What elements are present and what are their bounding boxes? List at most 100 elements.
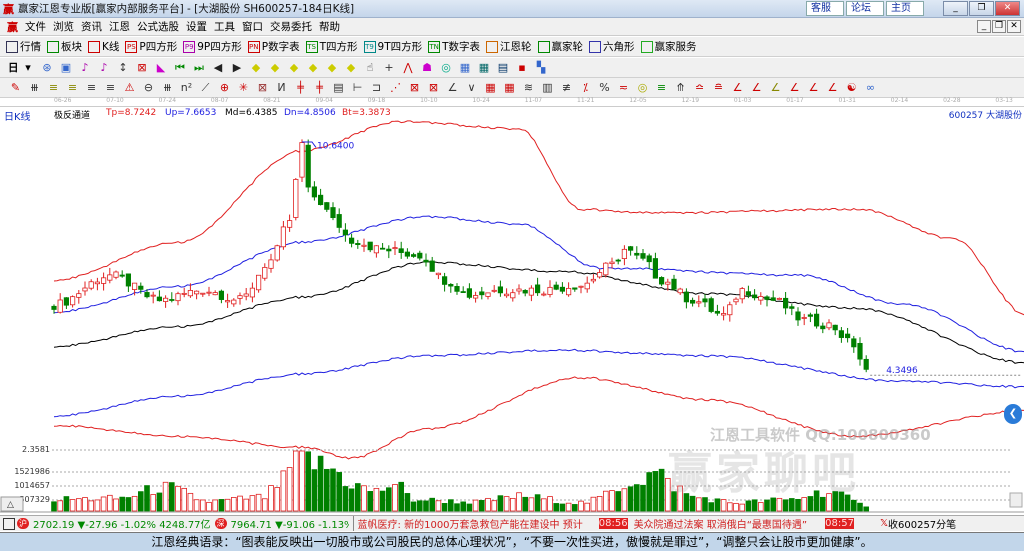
wave2-icon[interactable]: ≏ (693, 81, 706, 94)
fib-icon[interactable]: ≡ (85, 81, 98, 94)
news-item[interactable]: 蓝帆医疗: 新的1000万套急救包产能在建设中 预计 (352, 516, 583, 531)
table-icon[interactable]: ▦ (484, 81, 497, 94)
move-down-icon[interactable]: ◆ (345, 61, 358, 74)
toolbar-tn[interactable]: TN T数字表 (428, 39, 480, 54)
menu-gann[interactable]: 江恩 (109, 19, 130, 34)
wave-icon[interactable]: И (275, 81, 288, 94)
toolbar-dollar[interactable]: 赢家服务 (640, 39, 697, 54)
angle2-icon[interactable]: ∠ (446, 81, 459, 94)
toolbar-ts[interactable]: TS T四方形 (305, 39, 358, 54)
pattern-icon[interactable]: ☗ (421, 61, 434, 74)
grid-icon[interactable]: ▤ (332, 81, 345, 94)
save-icon[interactable]: ▪ (516, 61, 529, 74)
fib3-icon[interactable]: ≂ (617, 81, 630, 94)
mdi-minimize-button[interactable]: _ (977, 20, 991, 33)
yin-yang-icon[interactable]: ☯ (845, 81, 858, 94)
hand-icon[interactable]: ☝ (364, 61, 377, 74)
mdi-restore-button[interactable]: ❐ (992, 20, 1006, 33)
l4-icon[interactable]: ≢ (560, 81, 573, 94)
angle-icon[interactable]: ⚠ (123, 81, 136, 94)
fib2-icon[interactable]: ≡ (104, 81, 117, 94)
lines2-icon[interactable]: ≋ (522, 81, 535, 94)
cycle-icon[interactable]: ◎ (440, 61, 453, 74)
gann-fan2-icon[interactable]: ≡ (66, 81, 79, 94)
menu-formula[interactable]: 公式选股 (137, 19, 179, 34)
ang5-icon[interactable]: ∠ (769, 81, 782, 94)
menu-file[interactable]: 文件 (25, 19, 46, 34)
info-icon[interactable]: ▣ (60, 61, 73, 74)
toolbar-kline[interactable]: K线 (88, 39, 119, 54)
link-forum[interactable]: 论坛 (846, 1, 884, 16)
box3-icon[interactable]: ⊠ (427, 81, 440, 94)
minimize-button[interactable]: _ (943, 1, 968, 16)
move-up-icon[interactable]: ◆ (326, 61, 339, 74)
news-item[interactable]: 美众院通过法案 取消俄白“最惠国待遇” (634, 516, 808, 531)
period-select[interactable]: 日 (8, 60, 19, 75)
menu-info[interactable]: 资讯 (81, 19, 102, 34)
link-home[interactable]: 主页 (886, 1, 924, 16)
pen-icon[interactable]: ✎ (9, 81, 22, 94)
move-right-icon[interactable]: ◆ (307, 61, 320, 74)
menu-window[interactable]: 窗口 (242, 19, 263, 34)
menu-browse[interactable]: 浏览 (53, 19, 74, 34)
arrow-icon[interactable]: ⤊ (674, 81, 687, 94)
gold3-icon[interactable]: ≘ (712, 81, 725, 94)
bar-type-icon[interactable]: ↕ (117, 61, 130, 74)
calendar-icon[interactable]: ▦ (459, 61, 472, 74)
scroll-left-button[interactable]: ❮ (1004, 404, 1022, 424)
percent-line-icon[interactable]: ⁒ (579, 81, 592, 94)
toolbar-ps[interactable]: PS P四方形 (125, 39, 177, 54)
toolbar-quote-table[interactable]: 行情 (6, 39, 41, 54)
ang7-icon[interactable]: ∠ (807, 81, 820, 94)
ang4-icon[interactable]: ∠ (750, 81, 763, 94)
first-icon[interactable]: ⏮ (174, 61, 187, 74)
box-icon[interactable]: ⊠ (256, 81, 269, 94)
gann-fan-icon[interactable]: ≡ (47, 81, 60, 94)
parallel-icon[interactable]: ⧻ (28, 81, 41, 94)
calculator-icon[interactable] (3, 517, 15, 530)
toolbar-t9[interactable]: T9 9T四方形 (363, 39, 422, 54)
indicator-icon[interactable]: ♪ (79, 61, 92, 74)
overlay-icon[interactable]: ◣ (155, 61, 168, 74)
circle-icon[interactable]: ⊖ (142, 81, 155, 94)
menu-tools[interactable]: 工具 (214, 19, 235, 34)
toolbar-p9[interactable]: P9 9P四方形 (183, 39, 242, 54)
sz-index[interactable]: 7964.71 ▼-91.06 -1.13% 4525.03亿 (231, 516, 349, 531)
toolbar-pn[interactable]: PN P数字表 (247, 39, 300, 54)
percent-icon[interactable]: % (598, 81, 611, 94)
ang8-icon[interactable]: ∠ (826, 81, 839, 94)
chart-style-icon[interactable]: ⊛ (41, 61, 54, 74)
l3-icon[interactable]: ▥ (541, 81, 554, 94)
toolbar-gann-wheel[interactable]: 江恩轮 (486, 39, 532, 54)
toolbar-sector[interactable]: 板块 (47, 39, 82, 54)
cross-icon[interactable]: ╪ (294, 81, 307, 94)
zoom-in-icon[interactable]: ◆ (250, 61, 263, 74)
line-icon[interactable]: ⋀ (402, 61, 415, 74)
mdi-close-button[interactable]: ✕ (1007, 20, 1021, 33)
gold-icon[interactable]: ◎ (636, 81, 649, 94)
star-icon[interactable]: ✳ (237, 81, 250, 94)
indicator2-icon[interactable]: ♪ (98, 61, 111, 74)
ang6-icon[interactable]: ∠ (788, 81, 801, 94)
print-icon[interactable]: ▚ (535, 61, 548, 74)
tick-label[interactable]: 收600257分笔 (888, 516, 956, 531)
span-icon[interactable]: ⊢ (351, 81, 364, 94)
calculator-icon[interactable]: ▦ (478, 61, 491, 74)
box2-icon[interactable]: ⊠ (408, 81, 421, 94)
gold2-icon[interactable]: ≡ (655, 81, 668, 94)
sh-index[interactable]: 2702.19 ▼-27.96 -1.02% 4248.77亿 (33, 516, 211, 531)
zoom-out-icon[interactable]: ◆ (269, 61, 282, 74)
target-icon[interactable]: ⊕ (218, 81, 231, 94)
rect-icon[interactable]: ⊐ (370, 81, 383, 94)
report-icon[interactable]: ▤ (497, 61, 510, 74)
menu-help[interactable]: 帮助 (319, 19, 340, 34)
menu-settings[interactable]: 设置 (186, 19, 207, 34)
volume-scroll-button[interactable] (1009, 492, 1023, 508)
link-service[interactable]: 客服 (806, 1, 844, 16)
next-icon[interactable]: ▶ (231, 61, 244, 74)
cross2-icon[interactable]: ╪ (313, 81, 326, 94)
move-left-icon[interactable]: ◆ (288, 61, 301, 74)
crosshair-icon[interactable]: + (383, 61, 396, 74)
vee-icon[interactable]: ∨ (465, 81, 478, 94)
square-icon[interactable]: n² (180, 81, 193, 94)
